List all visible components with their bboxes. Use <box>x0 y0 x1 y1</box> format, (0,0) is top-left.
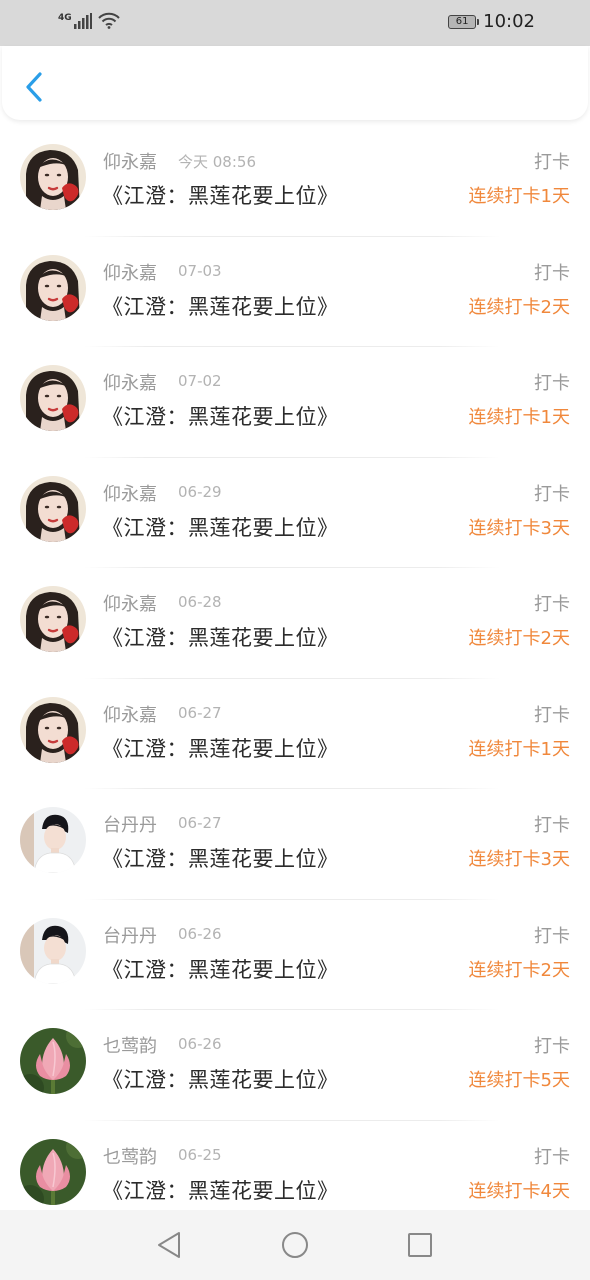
streak-label: 连续打卡3天 <box>468 849 570 870</box>
checkin-date: 07-03 <box>178 261 222 280</box>
checkin-action-label: 打卡 <box>534 483 570 505</box>
user-name[interactable]: 台丹丹 <box>103 811 157 837</box>
status-bar: 4G 61 10:02 <box>0 0 590 46</box>
book-title[interactable]: 《江澄：黑莲花要上位》 <box>102 954 339 984</box>
book-title[interactable]: 《江澄：黑莲花要上位》 <box>102 622 339 652</box>
book-title[interactable]: 《江澄：黑莲花要上位》 <box>102 401 339 431</box>
circle-home-icon <box>282 1232 308 1258</box>
girl-avatar[interactable] <box>20 144 86 210</box>
girl-avatar[interactable] <box>20 475 86 542</box>
streak-label: 连续打卡2天 <box>468 628 570 649</box>
checkin-row[interactable]: 仰永嘉 今天 08:56 《江澄：黑莲花要上位》 打卡连续打卡1天 <box>0 126 590 237</box>
streak-label: 连续打卡1天 <box>468 186 570 207</box>
book-title[interactable]: 《江澄：黑莲花要上位》 <box>102 291 339 321</box>
clock: 10:02 <box>483 11 535 32</box>
back-button[interactable] <box>20 70 50 104</box>
checkin-date: 06-28 <box>178 593 222 611</box>
checkin-row[interactable]: 台丹丹 06-27 《江澄：黑莲花要上位》 打卡连续打卡3天 <box>0 789 590 900</box>
status-right: 61 10:02 <box>448 11 535 32</box>
checkin-date: 06-29 <box>178 482 222 501</box>
status-left: 4G <box>58 12 120 29</box>
checkin-date: 今天 08:56 <box>178 153 256 171</box>
checkin-action-label: 打卡 <box>534 262 570 284</box>
girl-avatar[interactable] <box>20 365 86 431</box>
boy-avatar[interactable] <box>20 807 86 873</box>
nav-home-button[interactable] <box>280 1230 310 1260</box>
system-nav-bar <box>0 1210 590 1280</box>
book-title[interactable]: 《江澄：黑莲花要上位》 <box>102 843 339 873</box>
checkin-row[interactable]: 仰永嘉 07-03 《江澄：黑莲花要上位》 打卡连续打卡2天 <box>0 237 590 347</box>
book-title[interactable]: 《江澄：黑莲花要上位》 <box>102 512 339 542</box>
streak-label: 连续打卡5天 <box>468 1070 570 1091</box>
streak-label: 连续打卡2天 <box>468 959 570 981</box>
checkin-action-label: 打卡 <box>534 925 570 947</box>
user-name[interactable]: 仰永嘉 <box>103 590 157 616</box>
network-type: 4G <box>58 13 72 23</box>
lotus-avatar[interactable] <box>20 1138 86 1205</box>
checkin-row[interactable]: 仰永嘉 06-29 《江澄：黑莲花要上位》 打卡连续打卡3天 <box>0 458 590 568</box>
lotus-avatar[interactable] <box>20 1028 86 1094</box>
user-name[interactable]: 仰永嘉 <box>103 259 157 285</box>
girl-avatar[interactable] <box>20 696 86 763</box>
user-name[interactable]: 乜莺韵 <box>103 1143 157 1169</box>
battery-level: 61 <box>455 15 469 27</box>
square-recents-icon <box>408 1233 432 1257</box>
checkin-date: 06-25 <box>178 1145 222 1164</box>
checkin-action-label: 打卡 <box>534 815 570 836</box>
checkin-row[interactable]: 仰永嘉 06-28 《江澄：黑莲花要上位》 打卡连续打卡2天 <box>0 568 590 679</box>
user-name[interactable]: 乜莺韵 <box>103 1032 157 1058</box>
top-bar <box>2 46 588 120</box>
book-title[interactable]: 《江澄：黑莲花要上位》 <box>102 180 339 210</box>
boy-avatar[interactable] <box>20 917 86 984</box>
nav-back-button[interactable] <box>155 1230 185 1260</box>
checkin-row[interactable]: 乜莺韵 06-26 《江澄：黑莲花要上位》 打卡连续打卡5天 <box>0 1010 590 1121</box>
checkin-action-label: 打卡 <box>534 373 570 394</box>
triangle-back-icon <box>158 1232 180 1258</box>
battery-icon: 61 <box>448 14 480 29</box>
checkin-action-label: 打卡 <box>534 1146 570 1168</box>
nav-recents-button[interactable] <box>405 1230 435 1260</box>
streak-label: 连续打卡1天 <box>468 738 570 760</box>
book-title[interactable]: 《江澄：黑莲花要上位》 <box>102 1064 339 1094</box>
user-name[interactable]: 仰永嘉 <box>103 369 157 395</box>
book-title[interactable]: 《江澄：黑莲花要上位》 <box>102 733 339 763</box>
user-name[interactable]: 仰永嘉 <box>103 480 157 506</box>
streak-label: 连续打卡4天 <box>468 1180 570 1202</box>
checkin-action-label: 打卡 <box>534 594 570 615</box>
book-title[interactable]: 《江澄：黑莲花要上位》 <box>102 1175 339 1205</box>
chevron-left-icon <box>26 72 42 102</box>
streak-label: 连续打卡3天 <box>468 517 570 539</box>
girl-avatar[interactable] <box>20 254 86 321</box>
streak-label: 连续打卡1天 <box>468 407 570 428</box>
signal-icon <box>73 13 92 29</box>
checkin-date: 06-26 <box>178 1035 222 1053</box>
checkin-action-label: 打卡 <box>534 704 570 726</box>
wifi-icon <box>97 12 120 29</box>
checkin-date: 06-26 <box>178 924 222 943</box>
checkin-row[interactable]: 台丹丹 06-26 《江澄：黑莲花要上位》 打卡连续打卡2天 <box>0 900 590 1010</box>
checkin-date: 07-02 <box>178 372 222 390</box>
user-name[interactable]: 仰永嘉 <box>103 148 157 174</box>
girl-avatar[interactable] <box>20 586 86 652</box>
streak-label: 连续打卡2天 <box>468 296 570 318</box>
checkin-action-label: 打卡 <box>534 1036 570 1057</box>
checkin-action-label: 打卡 <box>534 152 570 173</box>
user-name[interactable]: 台丹丹 <box>103 922 157 948</box>
checkin-date: 06-27 <box>178 814 222 832</box>
checkin-record-list: 仰永嘉 今天 08:56 《江澄：黑莲花要上位》 打卡 连续打卡1天 仰永嘉 07-03 《… <box>0 126 590 1231</box>
user-name[interactable]: 仰永嘉 <box>103 701 157 727</box>
checkin-date: 06-27 <box>178 703 222 722</box>
checkin-row[interactable]: 仰永嘉 07-02 《江澄：黑莲花要上位》 打卡连续打卡1天 <box>0 347 590 458</box>
checkin-row[interactable]: 仰永嘉 06-27 《江澄：黑莲花要上位》 打卡连续打卡1天 <box>0 679 590 789</box>
